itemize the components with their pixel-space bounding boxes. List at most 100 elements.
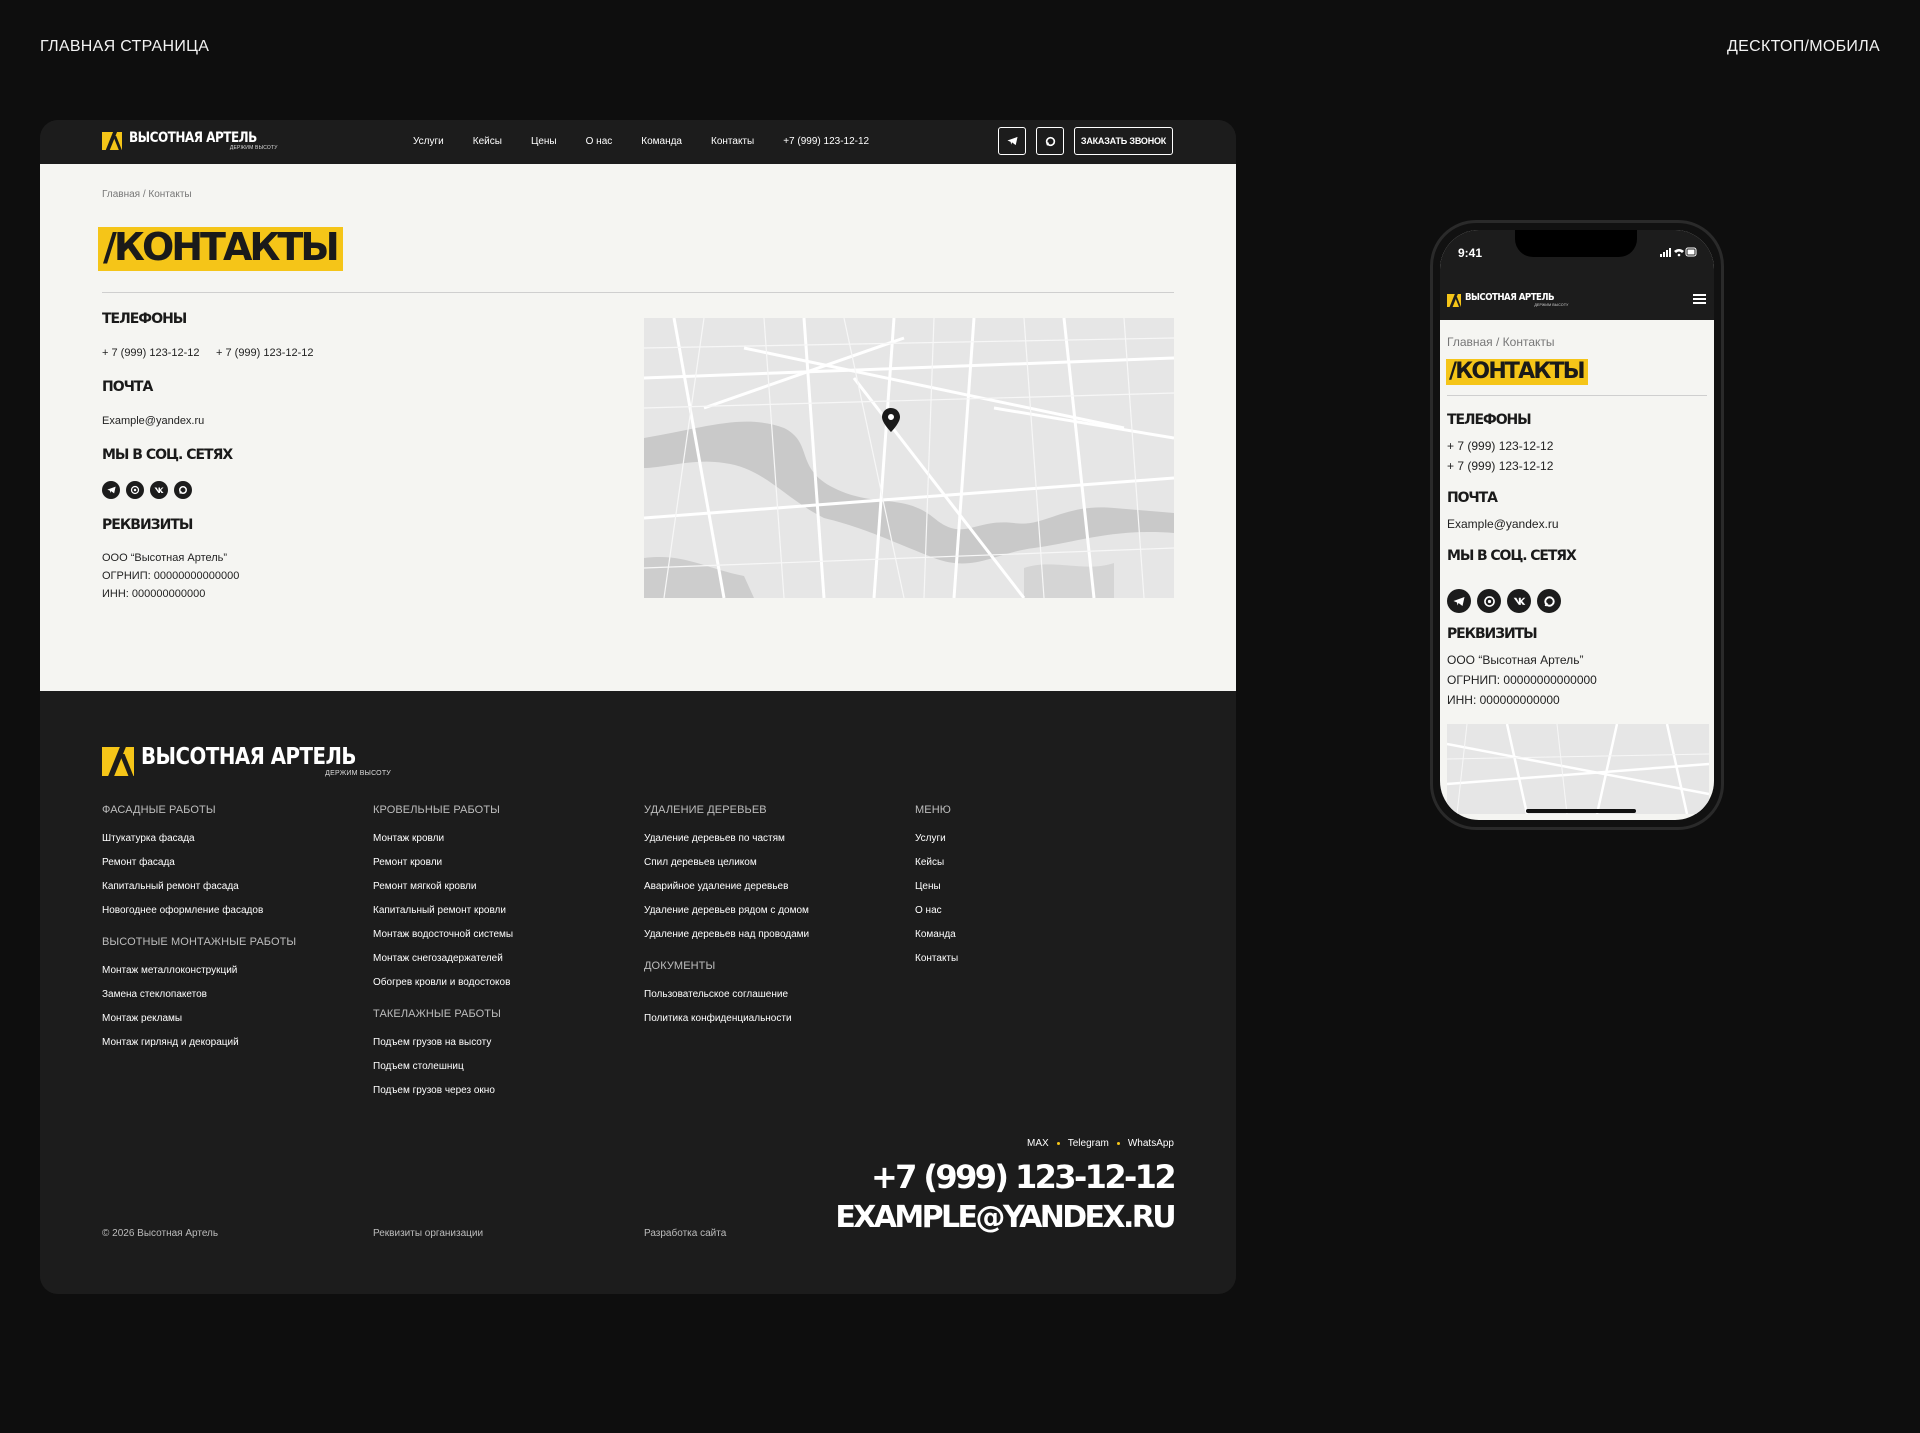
whatsapp-link[interactable]: WhatsApp	[1128, 1138, 1174, 1149]
mobile-social-links	[1447, 589, 1561, 613]
footer-email[interactable]: EXAMPLE@YANDEX.RU	[835, 1200, 1176, 1235]
caption-main-page: ГЛАВНАЯ СТРАНИЦА	[40, 38, 210, 55]
logo-name: ВЫСОТНАЯ АРТЕЛЬ	[141, 744, 356, 770]
mobile-email[interactable]: Example@yandex.ru	[1447, 517, 1559, 531]
footer-link[interactable]: Монтаж металлоконструкций	[102, 965, 296, 976]
footer-heading: МЕНЮ	[915, 804, 951, 816]
telegram-link[interactable]	[1447, 589, 1471, 613]
footer-phone[interactable]: +7 (999) 123-12-12	[871, 1158, 1177, 1196]
footer-link[interactable]: Аварийное удаление деревьев	[644, 881, 809, 892]
phones-title: ТЕЛЕФОНЫ	[102, 311, 187, 327]
footer-link[interactable]: Удаление деревьев рядом с домом	[644, 905, 809, 916]
max-messenger-icon	[1543, 595, 1555, 607]
footer-link[interactable]: Удаление деревьев по частям	[644, 833, 809, 844]
footer-link[interactable]: Контакты	[915, 953, 958, 964]
ogrn: ОГРНИП: 00000000000000	[102, 570, 240, 582]
telegram-button[interactable]	[998, 127, 1026, 155]
footer-link[interactable]: Штукатурка фасада	[102, 833, 296, 844]
mail-title: ПОЧТА	[102, 379, 153, 395]
footer-link[interactable]: Замена стеклопакетов	[102, 989, 296, 1000]
logo-name: ВЫСОТНАЯ АРТЕЛЬ	[129, 130, 257, 146]
separator-dot	[1116, 1142, 1120, 1145]
footer-link[interactable]: Ремонт мягкой кровли	[373, 881, 513, 892]
footer-link[interactable]: Цены	[915, 881, 958, 892]
mobile-phone-1[interactable]: + 7 (999) 123-12-12	[1447, 439, 1553, 453]
mobile-breadcrumb[interactable]: Главная / Контакты	[1447, 335, 1555, 349]
footer-link[interactable]: Капитальный ремонт фасада	[102, 881, 296, 892]
nav-item-team[interactable]: Команда	[641, 136, 682, 147]
footer-col-roofing: КРОВЕЛЬНЫЕ РАБОТЫ Монтаж кровли Ремонт к…	[373, 804, 513, 1109]
nav-item-services[interactable]: Услуги	[413, 136, 444, 147]
footer-heading: ВЫСОТНЫЕ МОНТАЖНЫЕ РАБОТЫ	[102, 936, 297, 948]
inn: ИНН: 000000000000	[102, 588, 206, 600]
burger-menu-icon[interactable]	[1693, 294, 1706, 304]
max-messenger-icon	[179, 486, 187, 494]
max-messenger-button[interactable]	[1036, 127, 1064, 155]
site-footer: ВЫСОТНАЯ АРТЕЛЬ ДЕРЖИМ ВЫСОТУ ФАСАДНЫЕ Р…	[40, 691, 1236, 1294]
mobile-social-title: МЫ В СОЦ. СЕТЯХ	[1447, 548, 1577, 564]
logo-tagline: ДЕРЖИМ ВЫСОТУ	[229, 145, 278, 151]
order-call-button[interactable]: ЗАКАЗАТЬ ЗВОНОК	[1074, 127, 1173, 155]
social-title: МЫ В СОЦ. СЕТЯХ	[102, 447, 233, 463]
requisites-link[interactable]: Реквизиты организации	[373, 1228, 483, 1239]
footer-link[interactable]: Спил деревьев целиком	[644, 857, 809, 868]
footer-link[interactable]: Ремонт фасада	[102, 857, 296, 868]
mobile-logo[interactable]: ВЫСОТНАЯ АРТЕЛЬ ДЕРЖИМ ВЫСОТУ	[1447, 293, 1569, 308]
footer-link[interactable]: Монтаж водосточной системы	[373, 929, 513, 940]
footer-link[interactable]: Подъем столешниц	[373, 1061, 513, 1072]
footer-logo[interactable]: ВЫСОТНАЯ АРТЕЛЬ ДЕРЖИМ ВЫСОТУ	[102, 746, 391, 777]
phone-1[interactable]: + 7 (999) 123-12-12	[102, 347, 200, 359]
vk-link[interactable]	[150, 481, 168, 499]
footer-link[interactable]: Политика конфиденциальности	[644, 1013, 809, 1024]
footer-link[interactable]: Пользовательское соглашение	[644, 989, 809, 1000]
mobile-location-map[interactable]	[1447, 724, 1709, 814]
nav-phone[interactable]: +7 (999) 123-12-12	[783, 136, 869, 147]
nav-item-cases[interactable]: Кейсы	[473, 136, 502, 147]
footer-link[interactable]: Команда	[915, 929, 958, 940]
email-link[interactable]: Example@yandex.ru	[102, 415, 204, 427]
vk-link[interactable]	[1507, 589, 1531, 613]
footer-link[interactable]: Подъем грузов через окно	[373, 1085, 513, 1096]
dev-link[interactable]: Разработка сайта	[644, 1228, 726, 1239]
whatsapp-icon	[130, 485, 140, 495]
breadcrumb[interactable]: Главная / Контакты	[102, 189, 192, 200]
mobile-phone-2[interactable]: + 7 (999) 123-12-12	[1447, 459, 1553, 473]
footer-col-trees: УДАЛЕНИЕ ДЕРЕВЬЕВ Удаление деревьев по ч…	[644, 804, 809, 1037]
nav-item-prices[interactable]: Цены	[531, 136, 557, 147]
footer-link[interactable]: Услуги	[915, 833, 958, 844]
phone-2[interactable]: + 7 (999) 123-12-12	[216, 347, 314, 359]
footer-link[interactable]: Монтаж снегозадержателей	[373, 953, 513, 964]
footer-messengers: MAX Telegram WhatsApp	[1027, 1138, 1174, 1149]
footer-heading: УДАЛЕНИЕ ДЕРЕВЬЕВ	[644, 804, 767, 816]
mobile-ogrn: ОГРНИП: 00000000000000	[1447, 673, 1597, 687]
footer-link[interactable]: О нас	[915, 905, 958, 916]
telegram-icon	[106, 486, 116, 494]
max-messenger-link[interactable]	[1537, 589, 1561, 613]
footer-link[interactable]: Кейсы	[915, 857, 958, 868]
footer-link[interactable]: Монтаж гирлянд и декораций	[102, 1037, 296, 1048]
header-logo[interactable]: ВЫСОТНАЯ АРТЕЛЬ ДЕРЖИМ ВЫСОТУ	[102, 131, 278, 151]
footer-link[interactable]: Новогоднее оформление фасадов	[102, 905, 296, 916]
mobile-contacts: Главная / Контакты /КОНТАКТЫ ТЕЛЕФОНЫ + …	[1440, 320, 1714, 814]
footer-link[interactable]: Удаление деревьев над проводами	[644, 929, 809, 940]
telegram-link[interactable]: Telegram	[1068, 1138, 1109, 1149]
footer-link[interactable]: Капитальный ремонт кровли	[373, 905, 513, 916]
max-link[interactable]: MAX	[1027, 1138, 1049, 1149]
nav-item-contacts[interactable]: Контакты	[711, 136, 754, 147]
signal-battery-icon	[1660, 247, 1698, 259]
whatsapp-link[interactable]	[1477, 589, 1501, 613]
footer-link[interactable]: Подъем грузов на высоту	[373, 1037, 513, 1048]
logo-tagline: ДЕРЖИМ ВЫСОТУ	[1534, 303, 1569, 307]
footer-link[interactable]: Монтаж кровли	[373, 833, 513, 844]
divider	[102, 292, 1174, 293]
telegram-link[interactable]	[102, 481, 120, 499]
footer-link[interactable]: Обогрев кровли и водостоков	[373, 977, 513, 988]
location-map[interactable]	[644, 318, 1174, 598]
max-messenger-link[interactable]	[174, 481, 192, 499]
whatsapp-link[interactable]	[126, 481, 144, 499]
nav-item-about[interactable]: О нас	[586, 136, 613, 147]
telegram-icon	[1006, 136, 1018, 146]
home-indicator	[1526, 809, 1636, 813]
footer-link[interactable]: Ремонт кровли	[373, 857, 513, 868]
footer-link[interactable]: Монтаж рекламы	[102, 1013, 296, 1024]
